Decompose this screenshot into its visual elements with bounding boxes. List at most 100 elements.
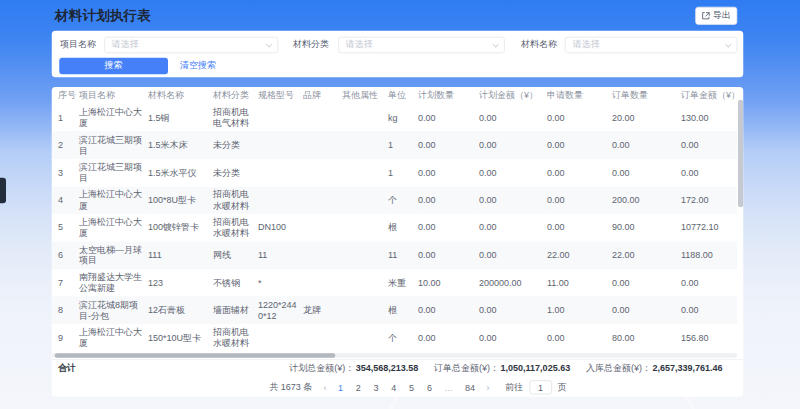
summary-total: 订单总金额(¥)：1,050,117,025.63 [434,362,570,375]
goto-page-input[interactable] [529,380,552,394]
table-cell: 11 [258,242,303,270]
table-cell: 0.00 [418,242,479,270]
table-row: 1上海松江中心大厦1.5铜招商机电电气材料kg0.000.000.0020.00… [52,104,737,132]
table-cell: 22.00 [612,242,681,270]
page-number-button[interactable]: 6 [427,382,432,393]
horizontal-scrollbar-thumb[interactable] [55,353,335,358]
table-cell: 0.00 [418,104,479,132]
next-page-button[interactable]: › [486,382,489,393]
table-header-row: 序号项目名称材料名称材料分类规格型号品牌其他属性单位计划数量计划金额（¥）申请数… [52,87,737,104]
table-cell [303,242,342,270]
column-header: 材料分类 [213,87,258,104]
table-cell: 未分类 [213,131,258,159]
table-cell [303,186,342,214]
table-panel: 序号项目名称材料名称材料分类规格型号品牌其他属性单位计划数量计划金额（¥）申请数… [52,87,744,397]
table-cell: 1 [388,131,418,159]
table-cell: 米重 [388,269,418,297]
page-number-button[interactable]: 84 [465,382,475,393]
chevron-down-icon [493,41,499,47]
column-header: 订单数量 [612,87,681,104]
sidebar-toggle[interactable] [0,178,6,204]
table-cell: 123 [148,269,213,297]
table-row: 4上海松江中心大厦100*8U型卡招商机电水暖材料个0.000.000.0020… [52,186,737,214]
goto-label: 前往 [505,381,523,394]
table-cell [258,324,303,352]
horizontal-scrollbar-track[interactable] [52,353,737,358]
table-cell: 0.00 [681,131,737,159]
table-cell [303,159,342,187]
table-cell [342,186,388,214]
table-cell: 1220*2440*12 [258,297,303,325]
table-cell: 网线 [213,242,258,270]
table-cell: 2 [52,131,79,159]
table-cell: 滨江花城三期项目 [79,131,148,159]
table-cell: 9 [52,324,79,352]
table-cell: 0.00 [479,159,547,187]
table-cell: 0.00 [681,269,737,297]
page-number-button[interactable]: 3 [374,382,379,393]
clear-search-link[interactable]: 清空搜索 [180,60,216,73]
material-name-select[interactable]: 请选择 [565,37,737,53]
page-number-button[interactable]: 5 [409,382,414,393]
export-button-label: 导出 [713,9,731,22]
table-cell: 个 [388,324,418,352]
table-cell: 招商机电水暖材料 [213,214,258,242]
table-cell: 根 [388,214,418,242]
page-numbers: 123456...84 [338,382,475,393]
table-cell [303,104,342,132]
summary-total: 计划总金额(¥)：354,568,213.58 [289,362,418,375]
table-cell: 0.00 [547,214,612,242]
vertical-scrollbar[interactable] [738,100,743,207]
table-cell [303,269,342,297]
table-cell: 0.00 [547,186,612,214]
table-cell: 0.00 [612,269,681,297]
table-cell: 0.00 [479,297,547,325]
table-cell: 0.00 [479,131,547,159]
prev-page-button[interactable]: ‹ [324,382,327,393]
page-number-button[interactable]: 4 [391,382,396,393]
table-cell: 1188.00 [681,242,737,270]
table-cell: kg [388,104,418,132]
table-cell: * [258,269,303,297]
top-bar: 材料计划执行表 导出 [52,0,744,31]
table-cell: 20.00 [612,104,681,132]
table-cell: 南翔盛达大学生公寓新建 [79,269,148,297]
table-cell [258,186,303,214]
page-unit-label: 页 [558,381,567,394]
filter-label-project: 项目名称 [60,39,96,52]
summary-totals: 计划总金额(¥)：354,568,213.58 订单总金额(¥)：1,050,11… [289,362,722,375]
table-cell: 10772.10 [681,214,737,242]
column-header: 品牌 [303,87,342,104]
project-name-placeholder: 请选择 [105,39,139,52]
page-number-button[interactable]: 2 [356,382,361,393]
project-name-select[interactable]: 请选择 [104,37,278,53]
table-cell: 4 [52,186,79,214]
table-cell: 5 [52,214,79,242]
table-cell: 1.5米木床 [148,131,213,159]
table-cell: 0.00 [547,324,612,352]
search-button[interactable]: 搜索 [59,58,168,74]
table-cell: 0.00 [418,297,479,325]
table-cell: 招商机电水暖材料 [213,186,258,214]
table-cell [303,324,342,352]
table-cell: 0.00 [681,159,737,187]
table-cell: 上海松江中心大厦 [79,214,148,242]
material-category-select[interactable]: 请选择 [338,37,505,53]
table-cell: 0.00 [418,214,479,242]
page-number-button[interactable]: 1 [338,382,343,393]
column-header: 单位 [388,87,418,104]
export-button[interactable]: 导出 [695,6,737,24]
table-cell: 墙面辅材 [213,297,258,325]
table-cell: 7 [52,269,79,297]
table-cell: 招商机电水暖材料 [213,324,258,352]
column-header: 其他属性 [342,87,388,104]
column-header: 规格型号 [258,87,303,104]
chevron-down-icon [725,41,731,47]
table-cell: 156.80 [681,324,737,352]
table-cell: 0.00 [479,186,547,214]
filter-panel: 项目名称 请选择 材料分类 请选择 材料名称 请选择 搜索 清空搜索 [52,31,744,77]
summary-total: 入库总金额(¥)：2,657,339,761.46 [586,362,723,375]
table-cell: 100*8U型卡 [148,186,213,214]
table-cell: 1.5铜 [148,104,213,132]
table-cell: 龙牌 [303,297,342,325]
